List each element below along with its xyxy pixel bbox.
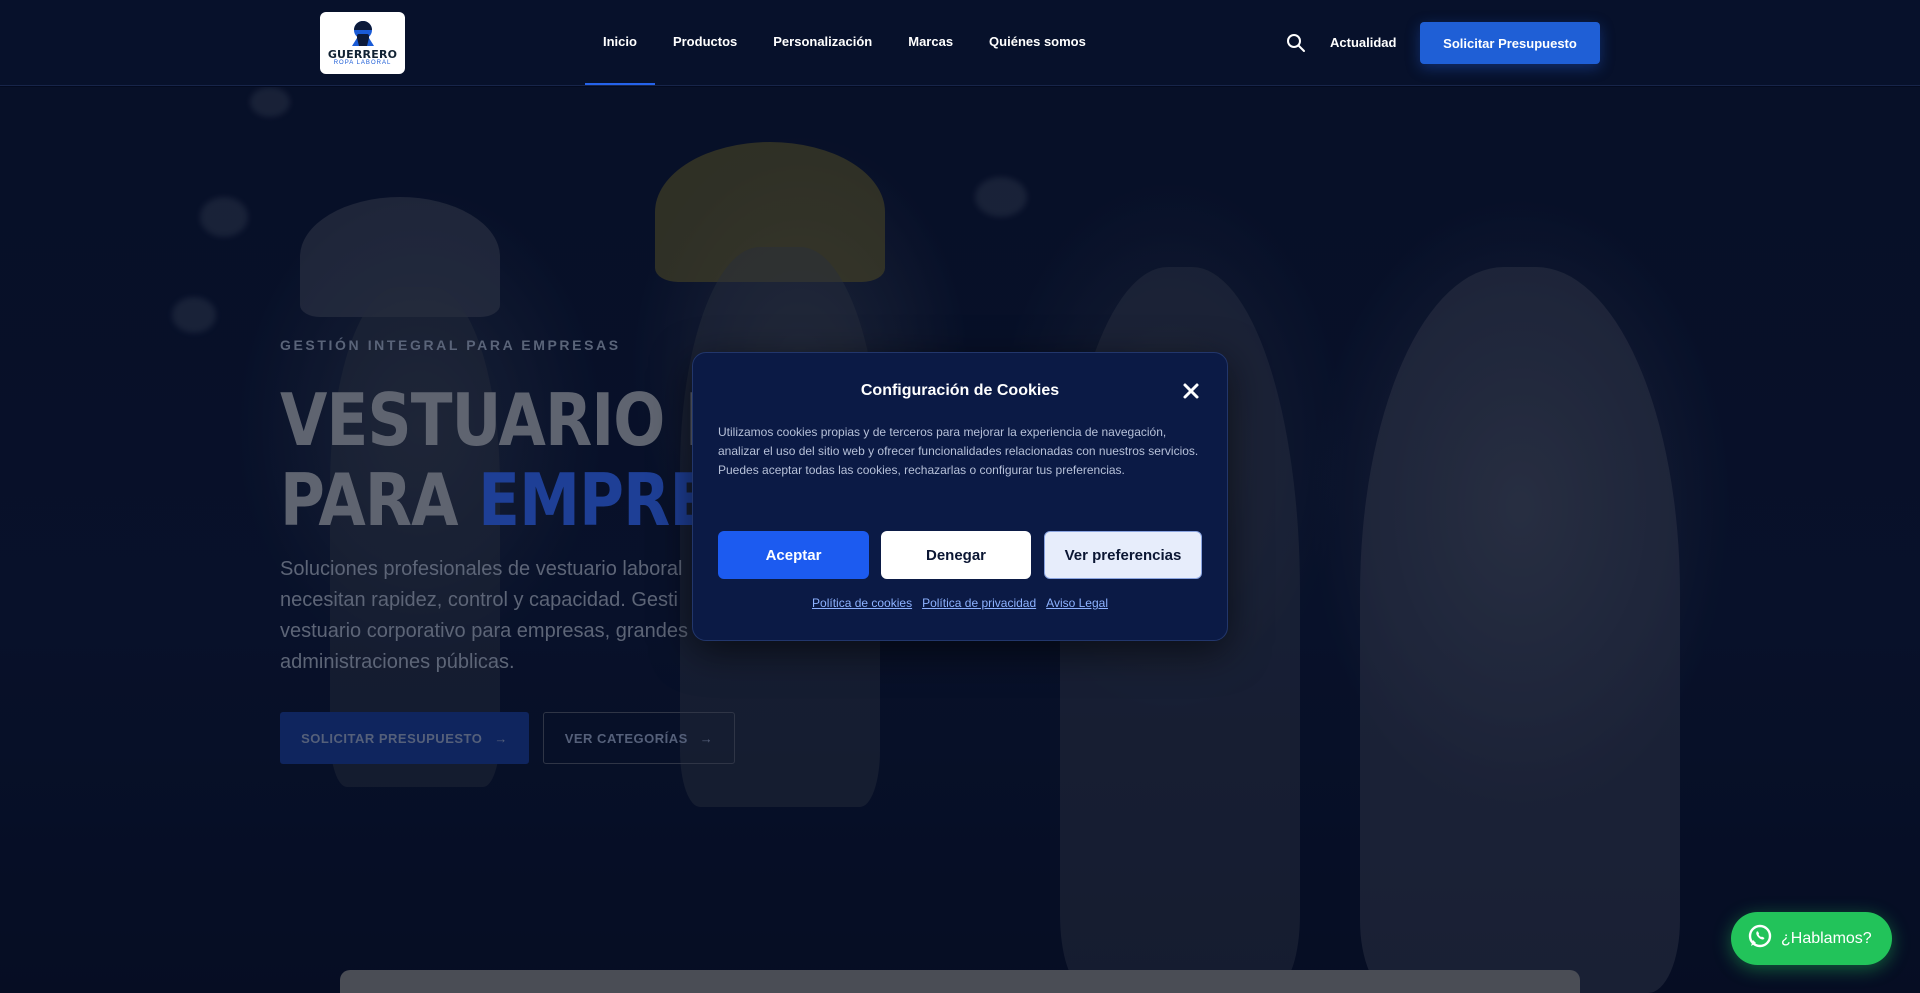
nav-personalizacion[interactable]: Personalización <box>755 0 890 84</box>
deny-cookies-button[interactable]: Denegar <box>881 531 1031 579</box>
cookie-preferences-button[interactable]: Ver preferencias <box>1044 531 1202 579</box>
hero-primary-label: SOLICITAR PRESUPUESTO <box>301 730 483 746</box>
cookie-policy-links: Política de cookies Política de privacid… <box>693 596 1227 610</box>
logo-mark-icon <box>343 20 383 48</box>
cookie-consent-dialog: Configuración de Cookies Utilizamos cook… <box>692 352 1228 641</box>
next-section-card <box>340 970 1580 993</box>
whatsapp-chat-button[interactable]: ¿Hablamos? <box>1731 912 1892 965</box>
cookie-description: Utilizamos cookies propias y de terceros… <box>718 425 1199 477</box>
arrow-right-icon: → <box>494 730 508 746</box>
main-nav: Inicio Productos Personalización Marcas … <box>585 0 1104 86</box>
legal-notice-link[interactable]: Aviso Legal <box>1046 596 1108 610</box>
whatsapp-label: ¿Hablamos? <box>1781 929 1872 947</box>
close-icon[interactable] <box>1181 381 1201 401</box>
logo[interactable]: GUERRERO ROPA LABORAL <box>320 12 405 74</box>
arrow-right-icon: → <box>699 730 714 746</box>
nav-actualidad[interactable]: Actualidad <box>1330 35 1396 50</box>
nav-marcas[interactable]: Marcas <box>890 0 971 84</box>
site-header: GUERRERO ROPA LABORAL Inicio Productos P… <box>0 0 1920 86</box>
whatsapp-icon <box>1747 923 1773 954</box>
nav-productos[interactable]: Productos <box>655 0 755 84</box>
hero-request-quote-button[interactable]: SOLICITAR PRESUPUESTO → <box>280 712 529 764</box>
nav-inicio[interactable]: Inicio <box>585 0 655 85</box>
request-quote-button[interactable]: Solicitar Presupuesto <box>1420 22 1600 64</box>
privacy-policy-link[interactable]: Política de privacidad <box>922 596 1036 610</box>
hero-eyebrow: GESTIÓN INTEGRAL PARA EMPRESAS <box>280 337 621 353</box>
cookie-policy-link[interactable]: Política de cookies <box>812 596 912 610</box>
hero-secondary-label: VER CATEGORÍAS <box>564 730 688 746</box>
hero-categories-button[interactable]: VER CATEGORÍAS → <box>543 712 735 764</box>
nav-quienes-somos[interactable]: Quiénes somos <box>971 0 1104 84</box>
hero-title-plain: PARA <box>280 458 479 542</box>
logo-name: GUERRERO <box>327 47 398 61</box>
cookie-title: Configuración de Cookies <box>860 382 1060 399</box>
accept-cookies-button[interactable]: Aceptar <box>718 531 869 579</box>
search-icon[interactable] <box>1286 33 1306 53</box>
logo-subtitle: ROPA LABORAL <box>333 59 392 66</box>
hero-description: Soluciones profesionales de vestuario la… <box>280 558 688 673</box>
